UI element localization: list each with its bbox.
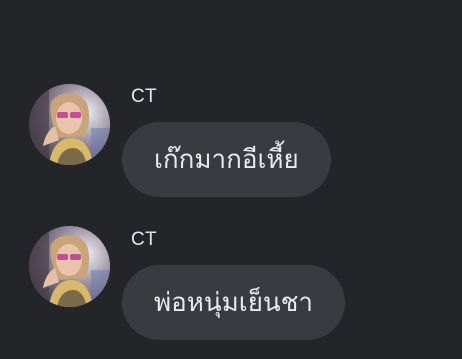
sender-name: CT [131,229,157,250]
message-bubble[interactable]: เก๊กมากอีเหี้ย [122,122,331,197]
sender-avatar[interactable] [29,84,110,165]
avatar-photo-icon [29,84,110,165]
avatar-photo-icon [29,226,110,307]
sender-avatar[interactable] [29,226,110,307]
chat-thread: CT เก๊กมากอีเหี้ย CT พ่อหนุ่มเย็นชา [0,0,462,359]
message-bubble[interactable]: พ่อหนุ่มเย็นชา [122,265,345,340]
sender-name: CT [131,86,157,107]
